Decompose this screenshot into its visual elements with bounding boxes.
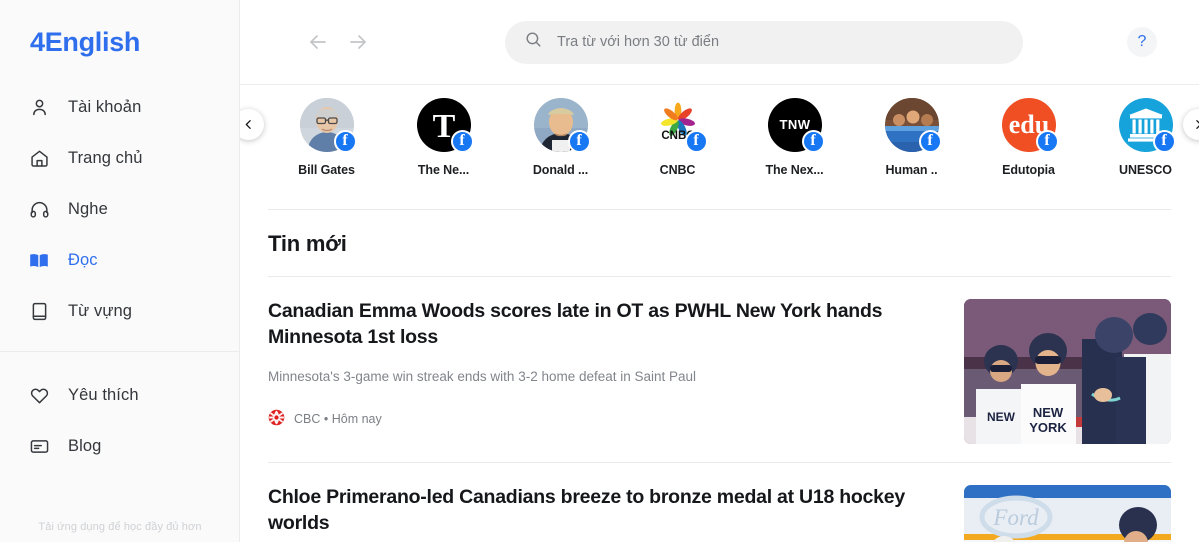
sidebar-nav-primary: Tài khoản Trang chủ Nghe Đọc Từ vựng — [0, 82, 239, 337]
source-name: CNBC — [659, 163, 696, 177]
sidebar-item-nghe[interactable]: Nghe — [0, 184, 239, 235]
source-name: Human .. — [885, 163, 938, 177]
source-name: Edutopia — [1002, 163, 1055, 177]
avatar: edu f — [1001, 98, 1059, 153]
source-item-edutopia[interactable]: edu f Edutopia — [970, 98, 1087, 177]
source-name: The Ne... — [417, 163, 470, 177]
heart-icon — [28, 385, 50, 407]
app-logo[interactable]: 4English — [0, 0, 239, 56]
cbc-logo-icon — [268, 409, 285, 429]
source-item-bill-gates[interactable]: f Bill Gates — [268, 98, 385, 177]
sidebar-item-tai-khoan[interactable]: Tài khoản — [0, 82, 239, 133]
avatar: T f — [416, 98, 474, 153]
sidebar-item-trang-chu[interactable]: Trang chủ — [0, 133, 239, 184]
avatar: f — [533, 98, 591, 153]
sources-carousel: f Bill Gates T f The Ne... f Donald ... … — [240, 85, 1199, 209]
facebook-badge-icon: f — [918, 130, 942, 153]
help-button[interactable]: ? — [1127, 27, 1157, 57]
app-root: 4English Tài khoản Trang chủ Nghe Đọc Từ… — [0, 0, 1199, 542]
article-subtitle: Minnesota's 3-game win streak ends with … — [268, 368, 697, 384]
source-item-cnbc[interactable]: CNBC f CNBC — [619, 98, 736, 177]
svg-text:NEW: NEW — [1033, 405, 1064, 420]
article-headline: Chloe Primerano-led Canadians breeze to … — [268, 486, 905, 534]
article-meta: CBC • Hôm nay — [268, 409, 936, 429]
top-bar: ? — [240, 0, 1199, 85]
search-icon — [524, 30, 543, 54]
avatar: f — [884, 98, 942, 153]
facebook-badge-icon: f — [567, 130, 591, 153]
sidebar-item-yeu-thich[interactable]: Yêu thích — [0, 370, 239, 421]
search-box[interactable] — [505, 20, 1023, 64]
sidebar-item-label: Nghe — [68, 200, 108, 218]
facebook-badge-icon: f — [450, 130, 474, 153]
avatar: TNW f — [767, 98, 825, 153]
source-name: Bill Gates — [298, 163, 355, 177]
article-list-item[interactable]: Chloe Primerano-led Canadians breeze to … — [268, 462, 1171, 542]
sidebar-nav-secondary: Yêu thích Blog — [0, 352, 239, 472]
forward-arrow-icon[interactable] — [345, 29, 371, 55]
facebook-badge-icon: f — [801, 130, 825, 153]
book-closed-icon — [28, 301, 50, 323]
carousel-track: f Bill Gates T f The Ne... f Donald ... … — [268, 98, 1199, 177]
article-headline: Canadian Emma Woods scores late in OT as… — [268, 300, 883, 348]
sidebar-item-doc[interactable]: Đọc — [0, 235, 239, 286]
carousel-prev-button[interactable] — [240, 109, 264, 140]
facebook-badge-icon: f — [333, 130, 357, 153]
source-item-unesco[interactable]: f UNESCO — [1087, 98, 1199, 177]
source-item-donald-trump[interactable]: f Donald ... — [502, 98, 619, 177]
search-input[interactable] — [557, 34, 977, 50]
svg-text:NEW: NEW — [987, 410, 1016, 424]
sidebar-item-label: Blog — [68, 437, 102, 455]
avatar: CNBC f — [650, 98, 708, 153]
source-item-human-rights[interactable]: f Human .. — [853, 98, 970, 177]
svg-text:TNW: TNW — [779, 117, 810, 132]
search-container — [505, 20, 1023, 64]
article-text: Canadian Emma Woods scores late in OT as… — [268, 299, 936, 444]
source-name: The Nex... — [765, 163, 824, 177]
facebook-badge-icon: f — [1152, 130, 1176, 153]
svg-text:Ford: Ford — [992, 505, 1039, 530]
article-thumbnail: Ford H — [964, 485, 1171, 542]
source-item-the-next-web[interactable]: TNW f The Nex... — [736, 98, 853, 177]
u18-hockey-faceoff-photo: Ford H — [964, 485, 1171, 542]
source-name: UNESCO — [1119, 163, 1172, 177]
source-name: Donald ... — [532, 163, 589, 177]
sidebar-item-label: Yêu thích — [68, 386, 139, 404]
avatar: f — [299, 98, 357, 153]
sidebar-item-label: Trang chủ — [68, 149, 143, 167]
svg-text:YORK: YORK — [1029, 420, 1067, 435]
source-item-the-new-york-times[interactable]: T f The Ne... — [385, 98, 502, 177]
sidebar-footer-text: Tải ứng dụng để học đầy đủ hơn — [38, 521, 202, 533]
book-open-icon — [28, 250, 50, 272]
article-icon — [28, 436, 50, 458]
news-section: Tin mới Canadian Emma Woods scores late … — [240, 209, 1199, 542]
article-thumbnail: NEW NEW YORK — [964, 299, 1171, 444]
pwhl-new-york-players-photo: NEW NEW YORK — [964, 299, 1171, 444]
sidebar-item-label: Đọc — [68, 251, 98, 269]
home-icon — [28, 148, 50, 170]
sidebar-item-tu-vung[interactable]: Từ vựng — [0, 286, 239, 337]
article-list-item[interactable]: Canadian Emma Woods scores late in OT as… — [268, 276, 1171, 462]
article-text: Chloe Primerano-led Canadians breeze to … — [268, 485, 936, 542]
page-title: Tin mới — [268, 231, 347, 256]
facebook-badge-icon: f — [1035, 130, 1059, 153]
user-icon — [28, 97, 50, 119]
main-content: ? — [240, 0, 1199, 542]
avatar: f — [1118, 98, 1176, 153]
sidebar: 4English Tài khoản Trang chủ Nghe Đọc Từ… — [0, 0, 240, 542]
back-arrow-icon[interactable] — [305, 29, 331, 55]
sidebar-item-label: Tài khoản — [68, 98, 142, 116]
history-nav — [305, 29, 371, 55]
article-source-time: CBC • Hôm nay — [294, 411, 382, 426]
facebook-badge-icon: f — [684, 130, 708, 153]
sidebar-item-label: Từ vựng — [68, 302, 133, 320]
sidebar-item-blog[interactable]: Blog — [0, 421, 239, 472]
headphones-icon — [28, 199, 50, 221]
